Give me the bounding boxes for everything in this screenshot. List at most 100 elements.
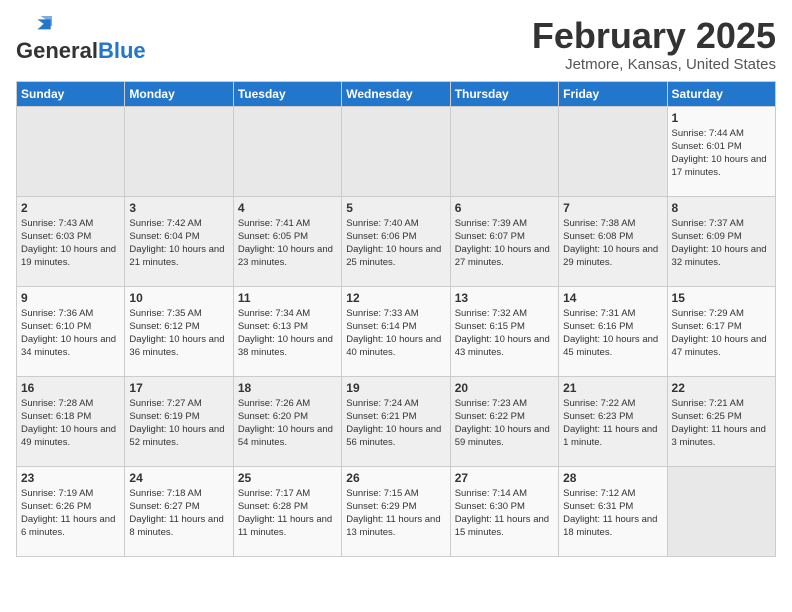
calendar-table: SundayMondayTuesdayWednesdayThursdayFrid… [16,81,776,557]
day-number: 10 [129,291,228,305]
day-number: 28 [563,471,662,485]
day-number: 16 [21,381,120,395]
calendar-week-1: 2Sunrise: 7:43 AMSunset: 6:03 PMDaylight… [17,196,776,286]
calendar-cell: 16 Sunrise: 7:28 AMSunset: 6:18 PMDayligh… [17,376,125,466]
day-info: Sunrise: 7:28 AMSunset: 6:18 PMDaylight:… [21,397,120,450]
calendar-cell [17,106,125,196]
day-info: Sunrise: 7:21 AMSunset: 6:25 PMDaylight:… [672,397,771,450]
day-number: 6 [455,201,554,215]
calendar-cell: 24 Sunrise: 7:18 AMSunset: 6:27 PMDayligh… [125,466,233,556]
calendar-cell: 3Sunrise: 7:42 AMSunset: 6:04 PMDaylight… [125,196,233,286]
day-info: Sunrise: 7:18 AMSunset: 6:27 PMDaylight:… [129,487,228,540]
day-number: 18 [238,381,337,395]
day-info: Sunrise: 7:38 AMSunset: 6:08 PMDaylight:… [563,217,662,270]
day-number: 4 [238,201,337,215]
day-number: 24 [129,471,228,485]
calendar-cell: 15 Sunrise: 7:29 AMSunset: 6:17 PMDayligh… [667,286,775,376]
calendar-cell: 12 Sunrise: 7:33 AMSunset: 6:14 PMDayligh… [342,286,450,376]
day-info: Sunrise: 7:40 AMSunset: 6:06 PMDaylight:… [346,217,445,270]
logo-icon [16,16,52,36]
page-subtitle: Jetmore, Kansas, United States [532,56,776,73]
logo-blue: Blue [98,38,146,64]
header-monday: Monday [125,81,233,106]
header-tuesday: Tuesday [233,81,341,106]
day-info: Sunrise: 7:44 AMSunset: 6:01 PMDaylight:… [672,127,771,180]
day-number: 25 [238,471,337,485]
day-info: Sunrise: 7:31 AMSunset: 6:16 PMDaylight:… [563,307,662,360]
calendar-cell: 23Sunrise: 7:19 AMSunset: 6:26 PMDayligh… [17,466,125,556]
calendar-cell: 13 Sunrise: 7:32 AMSunset: 6:15 PMDayligh… [450,286,558,376]
day-info: Sunrise: 7:12 AMSunset: 6:31 PMDaylight:… [563,487,662,540]
day-number: 11 [238,291,337,305]
day-info: Sunrise: 7:33 AMSunset: 6:14 PMDaylight:… [346,307,445,360]
calendar-week-4: 23Sunrise: 7:19 AMSunset: 6:26 PMDayligh… [17,466,776,556]
calendar-cell: 5 Sunrise: 7:40 AMSunset: 6:06 PMDaylight… [342,196,450,286]
calendar-cell: 17Sunrise: 7:27 AMSunset: 6:19 PMDayligh… [125,376,233,466]
day-info: Sunrise: 7:23 AMSunset: 6:22 PMDaylight:… [455,397,554,450]
page-header: General Blue February 2025 Jetmore, Kans… [16,16,776,73]
day-number: 27 [455,471,554,485]
day-number: 5 [346,201,445,215]
day-info: Sunrise: 7:27 AMSunset: 6:19 PMDaylight:… [129,397,228,450]
calendar-cell: 4 Sunrise: 7:41 AMSunset: 6:05 PMDaylight… [233,196,341,286]
calendar-cell [342,106,450,196]
calendar-cell: 25 Sunrise: 7:17 AMSunset: 6:28 PMDayligh… [233,466,341,556]
calendar-cell: 14 Sunrise: 7:31 AMSunset: 6:16 PMDayligh… [559,286,667,376]
calendar-cell: 7 Sunrise: 7:38 AMSunset: 6:08 PMDaylight… [559,196,667,286]
day-info: Sunrise: 7:36 AMSunset: 6:10 PMDaylight:… [21,307,120,360]
calendar-cell [125,106,233,196]
day-number: 26 [346,471,445,485]
calendar-cell: 19Sunrise: 7:24 AMSunset: 6:21 PMDayligh… [342,376,450,466]
day-info: Sunrise: 7:24 AMSunset: 6:21 PMDaylight:… [346,397,445,450]
calendar-cell [667,466,775,556]
day-info: Sunrise: 7:22 AMSunset: 6:23 PMDaylight:… [563,397,662,450]
calendar-cell: 1Sunrise: 7:44 AMSunset: 6:01 PMDaylight… [667,106,775,196]
day-info: Sunrise: 7:15 AMSunset: 6:29 PMDaylight:… [346,487,445,540]
title-block: February 2025 Jetmore, Kansas, United St… [532,16,776,73]
calendar-cell: 2Sunrise: 7:43 AMSunset: 6:03 PMDaylight… [17,196,125,286]
day-number: 8 [672,201,771,215]
calendar-week-2: 9 Sunrise: 7:36 AMSunset: 6:10 PMDaylight… [17,286,776,376]
day-number: 21 [563,381,662,395]
day-number: 3 [129,201,228,215]
calendar-week-3: 16 Sunrise: 7:28 AMSunset: 6:18 PMDayligh… [17,376,776,466]
day-number: 22 [672,381,771,395]
calendar-cell: 6 Sunrise: 7:39 AMSunset: 6:07 PMDaylight… [450,196,558,286]
day-info: Sunrise: 7:39 AMSunset: 6:07 PMDaylight:… [455,217,554,270]
header-wednesday: Wednesday [342,81,450,106]
day-info: Sunrise: 7:32 AMSunset: 6:15 PMDaylight:… [455,307,554,360]
day-number: 7 [563,201,662,215]
header-thursday: Thursday [450,81,558,106]
day-info: Sunrise: 7:34 AMSunset: 6:13 PMDaylight:… [238,307,337,360]
calendar-week-0: 1Sunrise: 7:44 AMSunset: 6:01 PMDaylight… [17,106,776,196]
logo: General Blue [16,16,146,64]
day-number: 23 [21,471,120,485]
page-title: February 2025 [532,16,776,56]
day-info: Sunrise: 7:14 AMSunset: 6:30 PMDaylight:… [455,487,554,540]
calendar-cell: 27 Sunrise: 7:14 AMSunset: 6:30 PMDayligh… [450,466,558,556]
day-info: Sunrise: 7:41 AMSunset: 6:05 PMDaylight:… [238,217,337,270]
calendar-cell: 20Sunrise: 7:23 AMSunset: 6:22 PMDayligh… [450,376,558,466]
calendar-cell [233,106,341,196]
day-info: Sunrise: 7:29 AMSunset: 6:17 PMDaylight:… [672,307,771,360]
logo-general: General [16,38,98,64]
header-saturday: Saturday [667,81,775,106]
day-info: Sunrise: 7:26 AMSunset: 6:20 PMDaylight:… [238,397,337,450]
day-number: 13 [455,291,554,305]
calendar-cell [450,106,558,196]
header-sunday: Sunday [17,81,125,106]
day-number: 14 [563,291,662,305]
day-info: Sunrise: 7:35 AMSunset: 6:12 PMDaylight:… [129,307,228,360]
day-number: 12 [346,291,445,305]
day-info: Sunrise: 7:43 AMSunset: 6:03 PMDaylight:… [21,217,120,270]
calendar-header-row: SundayMondayTuesdayWednesdayThursdayFrid… [17,81,776,106]
calendar-cell: 22 Sunrise: 7:21 AMSunset: 6:25 PMDayligh… [667,376,775,466]
calendar-cell: 10 Sunrise: 7:35 AMSunset: 6:12 PMDayligh… [125,286,233,376]
calendar-cell: 18 Sunrise: 7:26 AMSunset: 6:20 PMDayligh… [233,376,341,466]
day-info: Sunrise: 7:17 AMSunset: 6:28 PMDaylight:… [238,487,337,540]
day-number: 15 [672,291,771,305]
calendar-cell: 8Sunrise: 7:37 AMSunset: 6:09 PMDaylight… [667,196,775,286]
day-number: 9 [21,291,120,305]
calendar-cell: 21 Sunrise: 7:22 AMSunset: 6:23 PMDayligh… [559,376,667,466]
header-friday: Friday [559,81,667,106]
